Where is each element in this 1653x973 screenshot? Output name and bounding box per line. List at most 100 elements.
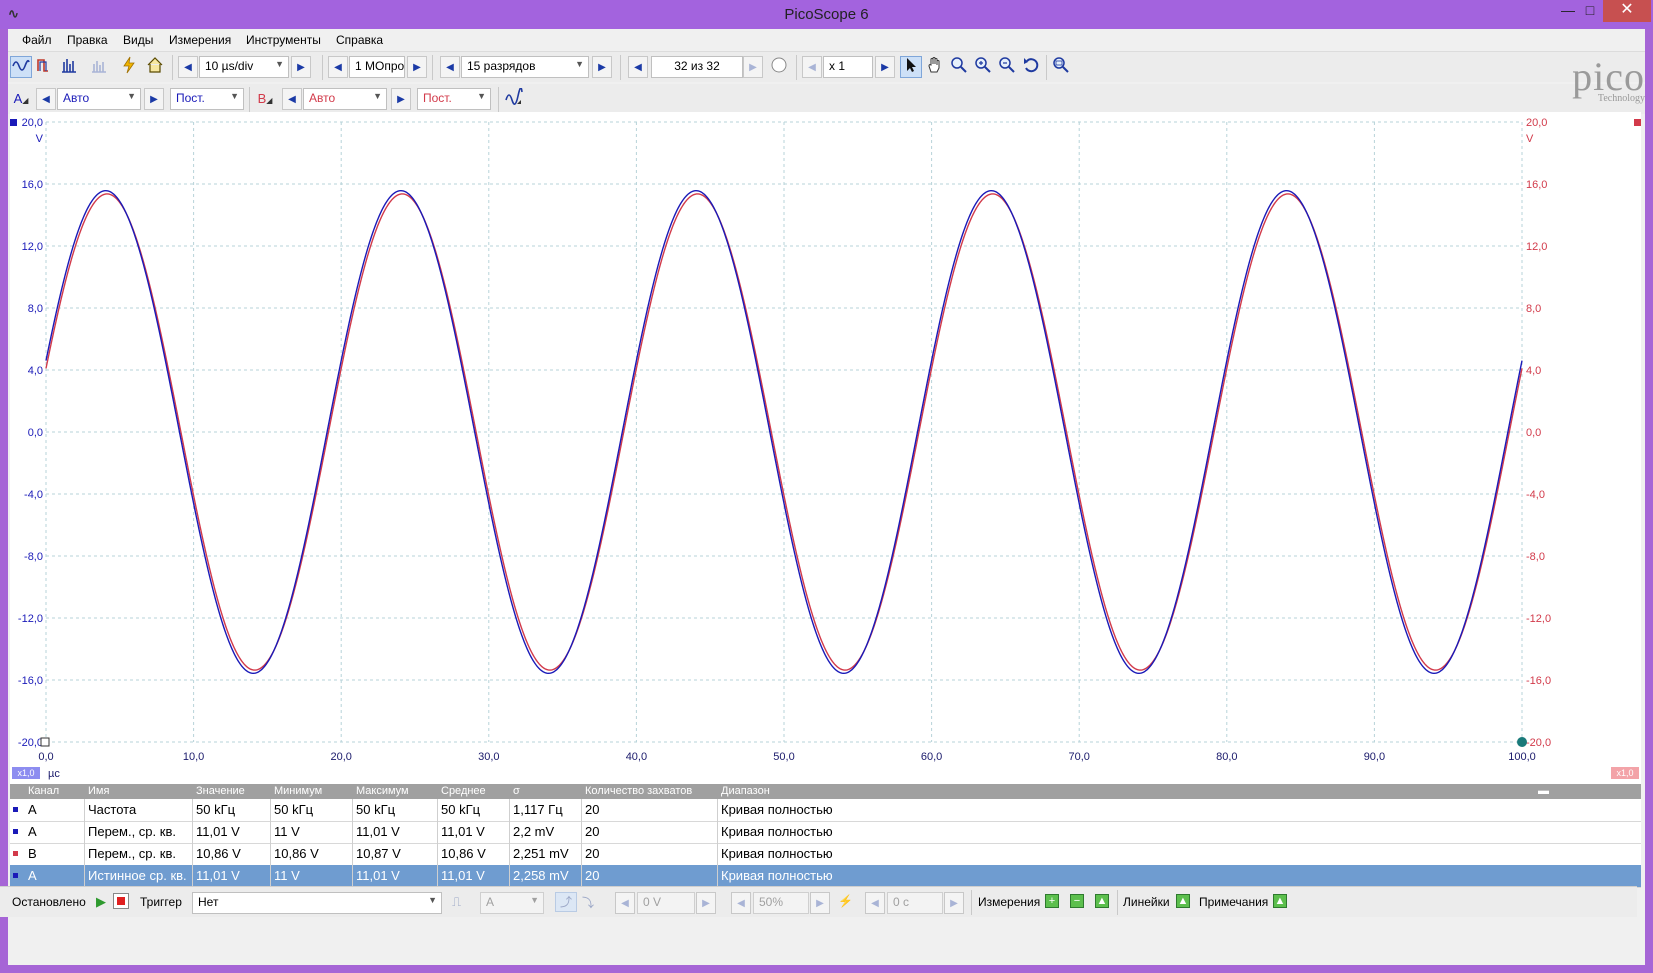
- cell-average: 11,01 V: [441, 824, 485, 839]
- resolution-select[interactable]: 15 разрядов ▼: [461, 56, 589, 78]
- timebase-select[interactable]: 10 µs/div ▼: [199, 56, 289, 78]
- trigger-level-field[interactable]: 0 V: [637, 892, 695, 914]
- maximize-button[interactable]: □: [1578, 0, 1602, 22]
- capture-prev-button[interactable]: ◀: [628, 56, 648, 78]
- undo-zoom-icon[interactable]: [1020, 56, 1042, 78]
- table-row[interactable]: A Перем., ср. кв. 11,01 V 11 V 11,01 V 11,01 …: [10, 821, 1641, 844]
- trigger-source-select[interactable]: A ▼: [480, 892, 544, 914]
- advanced-trigger-icon[interactable]: ⚡: [838, 894, 853, 908]
- trigger-level-prev-button[interactable]: ◀: [615, 892, 635, 914]
- zoom-area-icon[interactable]: [948, 56, 970, 78]
- channel-a-range-next-button[interactable]: ▶: [144, 88, 164, 110]
- hand-tool-icon[interactable]: [924, 56, 946, 78]
- zoom-select[interactable]: x 1: [823, 56, 873, 78]
- channel-options-icon[interactable]: [503, 87, 525, 110]
- scope-view[interactable]: 20,0 20,0 16,0 16,0 12,0 12,0 8,0 8,0 4,0 4,0 0,0 0…: [10, 112, 1641, 784]
- cell-channel: B: [28, 846, 37, 861]
- resolution-prev-button[interactable]: ◀: [440, 56, 460, 78]
- channel-a-range-select[interactable]: Авто ▼: [57, 88, 141, 110]
- capture-next-button[interactable]: ▶: [743, 56, 763, 78]
- samples-select[interactable]: 1 МОпро: [349, 56, 405, 78]
- scope-mode-icon[interactable]: [10, 56, 32, 78]
- menu-help[interactable]: Справка: [336, 33, 383, 47]
- trigger-mode-select[interactable]: Нет ▼: [192, 892, 442, 914]
- samples-prev-button[interactable]: ◀: [328, 56, 348, 78]
- channel-b-coupling-select[interactable]: Пост. ▼: [417, 88, 491, 110]
- col-capture-count[interactable]: Количество захватов: [585, 784, 692, 799]
- col-value[interactable]: Значение: [196, 784, 245, 799]
- menu-file[interactable]: Файл: [22, 33, 52, 47]
- stop-button[interactable]: [113, 893, 129, 909]
- home-icon[interactable]: [144, 56, 166, 78]
- remove-measurement-icon[interactable]: −: [1070, 894, 1084, 908]
- zoom-out-icon[interactable]: [996, 56, 1018, 78]
- pretrigger-value: 50%: [759, 895, 784, 909]
- menu-measurements[interactable]: Измерения: [169, 33, 231, 47]
- x-scale-label: x1,0: [17, 768, 34, 778]
- pretrigger-next-button[interactable]: ▶: [810, 892, 830, 914]
- channel-a-range-prev-button[interactable]: ◀: [36, 88, 56, 110]
- delay-prev-button[interactable]: ◀: [865, 892, 885, 914]
- pretrigger-field[interactable]: 50%: [753, 892, 809, 914]
- timebase-next-button[interactable]: ▶: [291, 56, 311, 78]
- timebase-prev-button[interactable]: ◀: [178, 56, 198, 78]
- trigger-wave-icon[interactable]: ⎍: [452, 894, 461, 910]
- stop-icon: [117, 897, 125, 905]
- col-range[interactable]: Диапазон: [721, 784, 770, 799]
- buffer-navigator-icon[interactable]: [768, 56, 790, 78]
- col-min[interactable]: Минимум: [274, 784, 322, 799]
- zoom-prev-button[interactable]: ◀: [802, 56, 822, 78]
- delay-field[interactable]: 0 с: [887, 892, 943, 914]
- zoom-in-icon[interactable]: [972, 56, 994, 78]
- delay-next-button[interactable]: ▶: [944, 892, 964, 914]
- pointer-tool-icon[interactable]: [900, 56, 922, 78]
- table-row[interactable]: A Частота 50 kГц 50 kГц 50 kГц 50 kГц 1,117 Гц…: [10, 799, 1641, 822]
- col-channel[interactable]: Канал: [28, 784, 59, 799]
- col-average[interactable]: Среднее: [441, 784, 486, 799]
- pretrigger-prev-button[interactable]: ◀: [731, 892, 751, 914]
- col-max[interactable]: Максимум: [356, 784, 409, 799]
- menu-tools[interactable]: Инструменты: [246, 33, 321, 47]
- channel-b-button[interactable]: B◢: [254, 88, 276, 110]
- spectrum-mode-icon[interactable]: [58, 56, 80, 78]
- col-name[interactable]: Имя: [88, 784, 109, 799]
- channel-a-coupling-select[interactable]: Пост. ▼: [170, 88, 244, 110]
- serial-mode-icon[interactable]: [88, 56, 110, 78]
- start-icon[interactable]: ▶: [96, 894, 106, 910]
- channel-a-axis-marker[interactable]: [10, 119, 17, 126]
- channel-b-range-select[interactable]: Авто ▼: [303, 88, 387, 110]
- table-row[interactable]: A Истинное ср. кв. 11,01 V 11 V 11,01 V 11,01…: [10, 865, 1641, 888]
- edit-measurement-icon[interactable]: ▲: [1095, 894, 1109, 908]
- capture-counter[interactable]: 32 из 32: [651, 56, 743, 78]
- pico-logo: pico Technology: [1445, 53, 1645, 113]
- resolution-next-button[interactable]: ▶: [592, 56, 612, 78]
- rising-edge-icon[interactable]: ⤴: [555, 892, 577, 912]
- table-row[interactable]: B Перем., ср. кв. 10,86 V 10,86 V 10,87 V 10,…: [10, 843, 1641, 866]
- auto-setup-icon[interactable]: [118, 56, 140, 78]
- persistence-mode-icon[interactable]: [34, 56, 56, 78]
- samples-next-button[interactable]: ▶: [407, 56, 427, 78]
- collapse-table-icon[interactable]: ▬: [1538, 784, 1549, 799]
- add-measurement-icon[interactable]: +: [1045, 894, 1059, 908]
- falling-edge-icon[interactable]: ⤵: [582, 894, 594, 911]
- cell-channel: A: [28, 868, 37, 883]
- origin-marker[interactable]: [40, 737, 50, 747]
- trigger-position-marker[interactable]: [1517, 737, 1527, 747]
- close-button[interactable]: ✕: [1603, 0, 1651, 22]
- minimize-button[interactable]: —: [1556, 0, 1580, 22]
- oscilloscope-chart[interactable]: 20,0 20,0 16,0 16,0 12,0 12,0 8,0 8,0 4,0 4,0 0,0 0…: [10, 112, 1641, 784]
- col-sigma[interactable]: σ: [513, 784, 520, 799]
- zoom-overview-icon[interactable]: [1050, 56, 1072, 78]
- channel-b-range-prev-button[interactable]: ◀: [282, 88, 302, 110]
- zoom-next-button[interactable]: ▶: [875, 56, 895, 78]
- column-divider: [717, 799, 718, 887]
- channel-a-button[interactable]: A◢: [10, 88, 32, 110]
- measurements-label: Измерения: [978, 895, 1041, 909]
- trigger-level-next-button[interactable]: ▶: [696, 892, 716, 914]
- channel-b-axis-marker[interactable]: [1634, 119, 1641, 126]
- menu-edit[interactable]: Правка: [67, 33, 108, 47]
- channel-b-range-next-button[interactable]: ▶: [391, 88, 411, 110]
- rulers-toggle-icon[interactable]: ▲: [1176, 894, 1190, 908]
- menu-views[interactable]: Виды: [123, 33, 153, 47]
- notes-toggle-icon[interactable]: ▲: [1273, 894, 1287, 908]
